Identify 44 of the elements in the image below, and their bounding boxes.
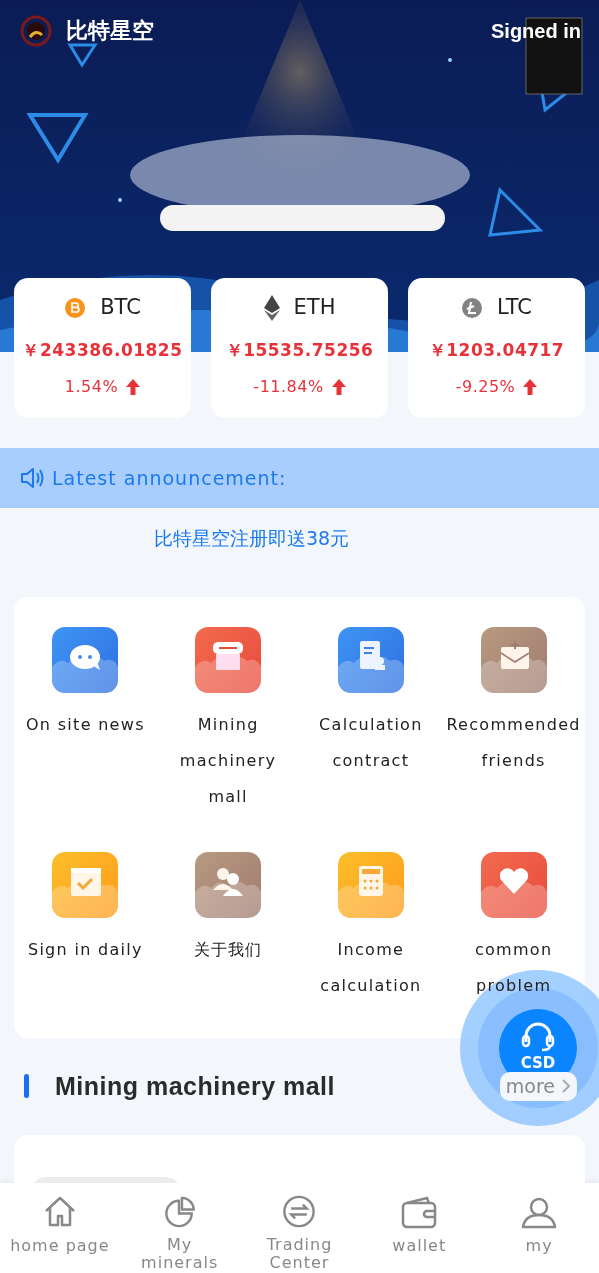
chat-bubble-icon[interactable] <box>52 626 119 693</box>
signin-link[interactable]: Signed in <box>491 15 581 46</box>
price-change: -9.25% <box>455 376 516 398</box>
calculator-icon[interactable] <box>337 851 404 918</box>
coin-price: ￥1203.04717 <box>428 338 565 362</box>
chevron-right-icon <box>561 1078 571 1095</box>
announcement-text[interactable]: 比特星空注册即送38元 <box>154 524 350 553</box>
coin-price: ￥243386.01825 <box>22 338 183 362</box>
speaker-icon <box>20 467 44 489</box>
section-title: Mining machinery mall <box>55 1070 335 1102</box>
up-arrow-icon <box>126 379 141 395</box>
storefront-icon[interactable] <box>195 626 262 693</box>
up-arrow-icon <box>523 379 538 395</box>
coin-icon <box>64 296 87 319</box>
price-change: -11.84% <box>253 376 324 398</box>
menu-label[interactable]: common problem <box>442 931 585 1004</box>
nav-tab[interactable]: Trading Center <box>239 1183 360 1273</box>
diamond-icon <box>263 294 280 321</box>
logo-icon <box>20 14 52 47</box>
coin-symbol: LTC <box>496 294 533 321</box>
menu-label[interactable]: Calculation contract <box>299 706 443 779</box>
nav-tab[interactable]: home page <box>0 1183 120 1273</box>
coin-symbol: ETH <box>293 294 336 321</box>
coin-price: ￥15535.75256 <box>225 338 374 362</box>
menu-label[interactable]: Income calculation <box>299 931 443 1004</box>
menu-label[interactable]: Mining machinery mall <box>156 706 300 815</box>
announcement-label: Latest announcement: <box>52 465 287 491</box>
menu-label[interactable]: 关于我们 <box>189 931 267 968</box>
menu-label[interactable]: Recommended friends <box>442 706 585 779</box>
up-arrow-icon <box>331 379 346 395</box>
people-icon[interactable] <box>195 851 262 918</box>
price-change: 1.54% <box>64 376 119 398</box>
calendar-check-icon[interactable] <box>52 851 119 918</box>
section-marker <box>24 1074 29 1099</box>
nav-tab[interactable]: my <box>479 1183 599 1273</box>
menu-label[interactable]: Sign in daily <box>23 931 147 968</box>
nav-tab[interactable]: My minerals <box>119 1183 240 1273</box>
document-icon[interactable] <box>337 626 404 693</box>
app-title: 比特星空 <box>66 17 154 45</box>
coin-symbol: BTC <box>100 294 141 321</box>
menu-label[interactable]: On site news <box>21 706 149 743</box>
nav-tab[interactable]: wallet <box>359 1183 480 1273</box>
coin-icon <box>460 296 483 319</box>
envelope-icon[interactable] <box>480 626 547 693</box>
